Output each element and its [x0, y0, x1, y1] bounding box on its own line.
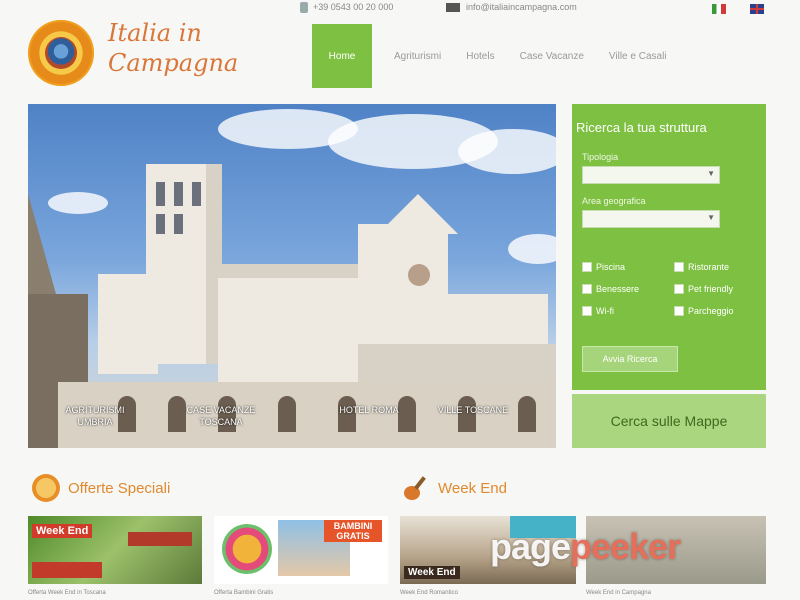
checkbox-option-6[interactable]: Parcheggio [674, 306, 734, 316]
email-address[interactable]: info@italiaincampagna.com [466, 2, 577, 12]
weekend-title: Week End [438, 479, 507, 497]
area-label: Area geografica [582, 196, 646, 206]
thumb-caption-2[interactable]: Offerta Bambini Gratis [214, 590, 388, 596]
offer-thumb-2[interactable]: BAMBINI GRATIS [214, 516, 388, 584]
checkbox[interactable] [582, 262, 592, 272]
hero-caption-3[interactable]: HOTEL ROMA [324, 404, 414, 416]
checkbox[interactable] [674, 284, 684, 294]
checkbox-option-4[interactable]: Pet friendly [674, 284, 733, 294]
main-nav: Home Agriturismi Hotels Case Vacanze Vil… [312, 24, 678, 88]
nav-item-hotels[interactable]: Hotels [452, 24, 505, 88]
thumb-overlay: Week End [32, 524, 93, 538]
offer-badge-icon [32, 474, 60, 502]
thumb-overlay: Week End [404, 566, 460, 579]
nav-item-case-vacanze[interactable]: Case Vacanze [506, 24, 595, 88]
type-select[interactable]: ▼ [582, 166, 720, 184]
checkbox-option-1[interactable]: Piscina [582, 262, 625, 272]
hero-caption-2[interactable]: CASE VACANZE TOSCANA [176, 404, 266, 428]
thumb-caption-4[interactable]: Week End in Campagna [586, 590, 766, 596]
checkbox[interactable] [582, 306, 592, 316]
search-panel: Ricerca la tua struttura Tipologia ▼ Are… [572, 104, 766, 390]
offer-thumb-1[interactable]: Week End [28, 516, 202, 584]
checkbox[interactable] [582, 284, 592, 294]
hero-caption-4[interactable]: VILLE TOSCANE [428, 404, 518, 416]
hero-caption-1[interactable]: AGRITURISMI UMBRIA [50, 404, 140, 428]
search-title: Ricerca la tua struttura [576, 120, 707, 135]
area-select[interactable]: ▼ [582, 210, 720, 228]
english-flag-icon[interactable] [750, 4, 764, 14]
phone-contact: +39 0543 00 20 000 [300, 0, 393, 14]
checkbox[interactable] [674, 262, 684, 272]
phone-icon [300, 1, 308, 13]
logo-text[interactable]: Italia in Campagna [108, 18, 268, 78]
map-search-button[interactable]: Cerca sulle Mappe [572, 394, 766, 448]
offers-header[interactable]: Offerte Speciali [32, 474, 170, 502]
checkbox[interactable] [674, 306, 684, 316]
mail-icon [446, 2, 460, 12]
phone-number: +39 0543 00 20 000 [313, 2, 394, 12]
email-contact[interactable]: info@italiaincampagna.com [446, 0, 577, 14]
pagepeeker-watermark: pagepeeker [490, 526, 681, 567]
chevron-down-icon: ▼ [707, 169, 715, 178]
weekend-header[interactable]: Week End [402, 474, 507, 502]
checkbox-option-3[interactable]: Benessere [582, 284, 639, 294]
thumb-caption-1[interactable]: Offerta Week End in Toscana [28, 590, 202, 596]
nav-item-home[interactable]: Home [312, 24, 372, 88]
nav-item-agriturismi[interactable]: Agriturismi [372, 24, 452, 88]
thumb-overlay: BAMBINI GRATIS [324, 520, 382, 542]
chevron-down-icon: ▼ [707, 213, 715, 222]
checkbox-option-2[interactable]: Ristorante [674, 262, 729, 272]
thumb-caption-3[interactable]: Week End Romantico [400, 590, 576, 596]
logo-emblem[interactable] [28, 20, 94, 86]
hero-slideshow[interactable]: AGRITURISMI UMBRIA CASE VACANZE TOSCANA … [28, 104, 556, 448]
nav-item-ville-casali[interactable]: Ville e Casali [595, 24, 678, 88]
type-label: Tipologia [582, 152, 619, 162]
guitar-icon [402, 474, 430, 502]
search-submit-button[interactable]: Avvia Ricerca [582, 346, 678, 372]
italian-flag-icon[interactable] [712, 4, 726, 14]
offers-title: Offerte Speciali [68, 479, 171, 497]
checkbox-option-5[interactable]: Wi-fi [582, 306, 614, 316]
